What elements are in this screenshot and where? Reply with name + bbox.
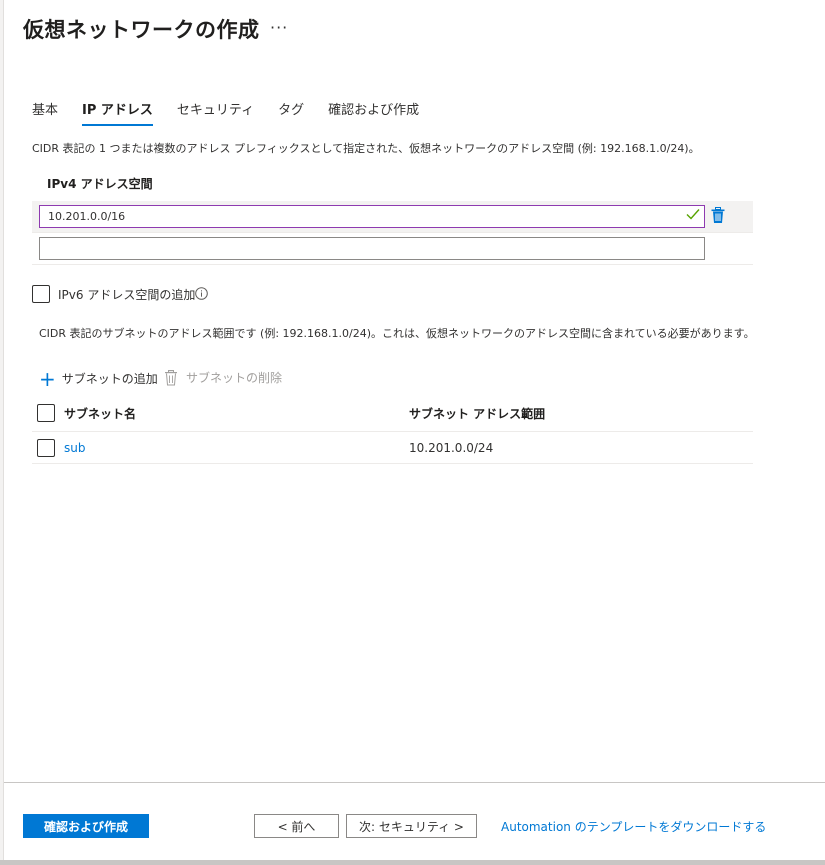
table-row-divider: [32, 463, 753, 464]
column-header-subnet-name[interactable]: サブネット名: [64, 405, 136, 422]
select-all-subnets-checkbox[interactable]: [37, 404, 55, 422]
delete-subnet-label: サブネットの削除: [186, 371, 283, 385]
page-title: 仮想ネットワークの作成: [23, 18, 260, 42]
ipv4-description: CIDR 表記の 1 つまたは複数のアドレス プレフィックスとして指定された、仮…: [32, 142, 700, 155]
add-subnet-label: サブネットの追加: [61, 372, 158, 386]
next-security-button[interactable]: 次: セキュリティ >: [346, 814, 477, 838]
checkmark-icon: [686, 209, 700, 220]
left-edge: [0, 0, 4, 860]
table-header-divider: [32, 431, 753, 432]
ipv6-checkbox-label: IPv6 アドレス空間の追加: [58, 288, 196, 302]
row-divider: [32, 232, 753, 233]
row-divider: [32, 264, 753, 265]
tab-basics[interactable]: 基本: [32, 99, 58, 126]
review-create-button[interactable]: 確認および作成: [23, 814, 149, 838]
info-icon[interactable]: [195, 287, 208, 300]
ipv6-checkbox[interactable]: [32, 285, 50, 303]
ipv4-address-space-label: IPv4 アドレス空間: [47, 177, 153, 191]
trash-icon[interactable]: [710, 207, 726, 224]
bottom-edge: [0, 860, 825, 865]
tab-security[interactable]: セキュリティ: [177, 99, 254, 126]
subnet-name-link[interactable]: sub: [64, 441, 85, 455]
ipv4-address-input-empty[interactable]: [39, 237, 705, 260]
tab-bar: 基本 IP アドレス セキュリティ タグ 確認および作成: [32, 99, 443, 126]
column-header-subnet-range[interactable]: サブネット アドレス範囲: [409, 405, 545, 422]
more-options-button[interactable]: ···: [270, 18, 288, 37]
tab-tags[interactable]: タグ: [278, 99, 304, 126]
subnet-description: CIDR 表記のサブネットのアドレス範囲です (例: 192.168.1.0/2…: [39, 327, 755, 340]
delete-subnet-button[interactable]: サブネットの削除: [164, 369, 282, 386]
add-subnet-button[interactable]: + サブネットの追加: [39, 366, 158, 391]
previous-button[interactable]: < 前へ: [254, 814, 339, 838]
download-template-link[interactable]: Automation のテンプレートをダウンロードする: [501, 818, 766, 835]
tab-ip-addresses[interactable]: IP アドレス: [82, 99, 153, 126]
footer-divider: [4, 782, 825, 783]
subnet-row-checkbox[interactable]: [37, 439, 55, 457]
subnet-range-value: 10.201.0.0/24: [409, 441, 494, 455]
tab-review-create[interactable]: 確認および作成: [328, 99, 419, 126]
trash-icon: [165, 369, 177, 385]
plus-icon: +: [39, 366, 56, 391]
ipv4-address-input[interactable]: [39, 205, 705, 228]
